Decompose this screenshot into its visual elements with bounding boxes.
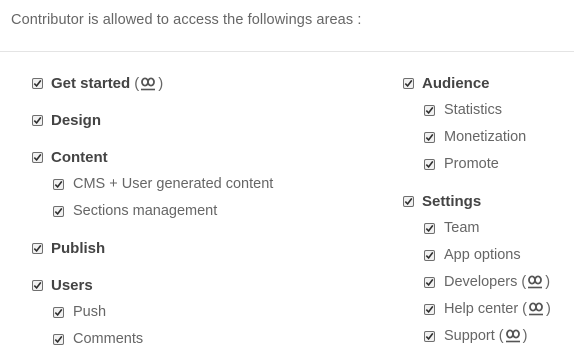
- suffix-open: (: [522, 301, 527, 317]
- design-label: Design: [51, 112, 102, 129]
- checkmark-icon: [425, 106, 434, 114]
- checkmark-icon: [425, 251, 434, 259]
- checkmark-icon: [54, 308, 63, 316]
- option-monetization[interactable]: Monetization: [424, 129, 526, 145]
- option-content[interactable]: Content: [32, 149, 108, 166]
- monetization-label: Monetization: [444, 129, 527, 145]
- option-team[interactable]: Team: [424, 220, 479, 236]
- option-users[interactable]: Users: [32, 277, 93, 294]
- developers-checkbox[interactable]: [424, 276, 435, 288]
- suffix-close: ): [546, 301, 551, 317]
- publish-label: Publish: [51, 240, 106, 257]
- option-app-options[interactable]: App options: [424, 247, 521, 263]
- promote-checkbox[interactable]: [424, 158, 435, 170]
- statistics-label: Statistics: [444, 102, 503, 118]
- team-label: Team: [444, 220, 480, 236]
- checkmark-icon: [404, 197, 413, 206]
- option-comments[interactable]: Comments: [53, 331, 143, 347]
- app-options-label: App options: [444, 247, 521, 263]
- suffix-close: ): [545, 274, 551, 290]
- help-center-label: Help center: [444, 301, 519, 317]
- sections-label: Sections management: [73, 203, 218, 219]
- users-label: Users: [51, 277, 93, 294]
- option-design[interactable]: Design: [32, 112, 101, 129]
- get-started-label: Get started: [51, 75, 131, 92]
- push-label: Push: [73, 304, 107, 320]
- people-icon: [140, 77, 157, 91]
- option-publish[interactable]: Publish: [32, 240, 105, 257]
- page-title: Contributor is allowed to access the fol…: [11, 12, 362, 28]
- checkmark-icon: [425, 332, 434, 340]
- support-suffix: ( ): [499, 328, 528, 344]
- option-push[interactable]: Push: [53, 304, 106, 320]
- settings-label: Settings: [422, 193, 482, 210]
- comments-checkbox[interactable]: [53, 333, 64, 345]
- suffix-open: (: [521, 274, 527, 290]
- developers-suffix: ( ): [521, 274, 550, 290]
- users-checkbox[interactable]: [32, 280, 43, 291]
- checkmark-icon: [404, 79, 413, 88]
- checkmark-icon: [425, 305, 434, 313]
- option-developers[interactable]: Developers ( ): [424, 274, 550, 290]
- design-checkbox[interactable]: [32, 115, 43, 126]
- checkmark-icon: [33, 116, 42, 125]
- get-started-checkbox[interactable]: [32, 78, 43, 89]
- content-checkbox[interactable]: [32, 152, 43, 163]
- suffix-open: (: [134, 75, 140, 92]
- settings-checkbox[interactable]: [403, 196, 414, 207]
- option-statistics[interactable]: Statistics: [424, 102, 502, 118]
- get-started-suffix: ( ): [134, 75, 163, 92]
- checkmark-icon: [425, 160, 434, 168]
- checkmark-icon: [33, 153, 42, 162]
- option-sections-management[interactable]: Sections management: [53, 203, 217, 219]
- checkmark-icon: [425, 224, 434, 232]
- option-get-started[interactable]: Get started ( ): [32, 75, 163, 92]
- audience-checkbox[interactable]: [403, 78, 414, 89]
- help-center-suffix: ( ): [522, 301, 551, 317]
- option-support[interactable]: Support ( ): [424, 328, 527, 344]
- checkmark-icon: [33, 281, 42, 290]
- option-promote[interactable]: Promote: [424, 156, 499, 172]
- comments-label: Comments: [73, 331, 144, 347]
- support-checkbox[interactable]: [424, 330, 435, 342]
- option-help-center[interactable]: Help center ( ): [424, 301, 551, 317]
- option-audience[interactable]: Audience: [403, 75, 490, 92]
- option-settings[interactable]: Settings: [403, 193, 481, 210]
- suffix-close: ): [158, 75, 164, 92]
- app-options-checkbox[interactable]: [424, 249, 435, 261]
- checkmark-icon: [33, 244, 42, 253]
- divider: [0, 51, 574, 52]
- push-checkbox[interactable]: [53, 306, 64, 318]
- checkmark-icon: [425, 133, 434, 141]
- checkmark-icon: [54, 180, 63, 188]
- checkmark-icon: [54, 207, 63, 215]
- statistics-checkbox[interactable]: [424, 104, 435, 116]
- sections-checkbox[interactable]: [53, 205, 64, 217]
- team-checkbox[interactable]: [424, 222, 435, 234]
- audience-label: Audience: [422, 75, 490, 92]
- cms-label: CMS + User generated content: [73, 176, 274, 192]
- suffix-open: (: [498, 328, 504, 344]
- developers-label: Developers: [444, 274, 518, 290]
- help-center-checkbox[interactable]: [424, 303, 435, 315]
- content-label: Content: [51, 149, 108, 166]
- checkmark-icon: [54, 335, 63, 343]
- checkmark-icon: [33, 79, 42, 88]
- promote-label: Promote: [444, 156, 499, 172]
- people-icon: [528, 302, 545, 316]
- suffix-close: ): [522, 328, 528, 344]
- option-cms-user-generated-content[interactable]: CMS + User generated content: [53, 176, 273, 192]
- monetization-checkbox[interactable]: [424, 131, 435, 143]
- checkmark-icon: [425, 278, 434, 286]
- publish-checkbox[interactable]: [32, 243, 43, 254]
- cms-checkbox[interactable]: [53, 178, 64, 190]
- people-icon: [505, 329, 522, 343]
- support-label: Support: [444, 328, 495, 344]
- people-icon: [527, 275, 544, 289]
